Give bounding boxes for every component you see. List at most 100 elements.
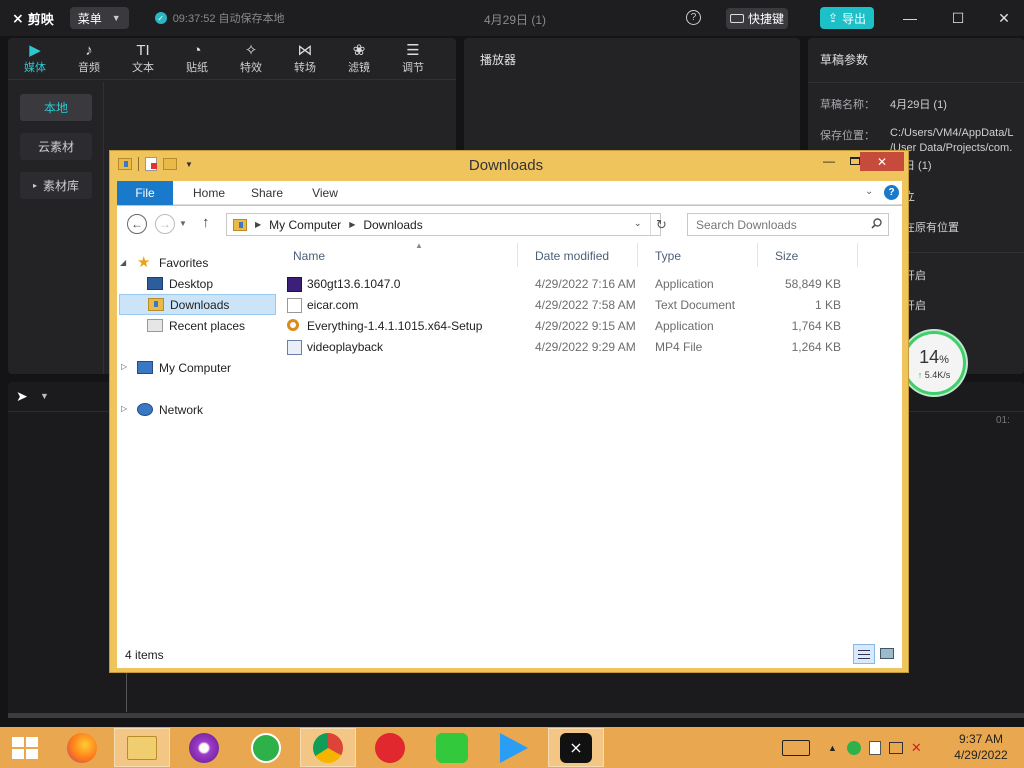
tab-home[interactable]: Home [181,181,237,205]
clock-time: 9:37 AM [958,732,1004,746]
column-header-name[interactable]: Name [293,247,325,265]
tab-effects[interactable]: ✧ 特效 [224,38,278,79]
transitions-icon: ⋈ [297,42,313,59]
minimize-button[interactable]: — [816,151,842,171]
file-size: 1,264 KB [791,340,841,354]
breadcrumb-downloads[interactable]: Downloads [363,218,422,232]
sidebar-item-local[interactable]: 本地 [20,94,92,121]
file-type: Text Document [655,298,736,312]
volume-muted-icon[interactable]: ✕ [911,740,922,756]
action-center-icon[interactable] [868,740,881,755]
touch-keyboard-icon[interactable] [782,739,810,756]
file-row[interactable]: Everything-1.4.1.1015.x64-Setup 4/29/202… [287,316,862,337]
tree-item-favorites[interactable]: ★ Favorites [117,252,274,273]
navigation-pane: ◢ ★ Favorites Desktop Downloads Recent p… [117,241,277,641]
help-icon[interactable]: ? [686,10,701,25]
taskbar-file-explorer[interactable] [114,728,170,767]
tab-media[interactable]: ▶ 媒体 [8,38,62,79]
network-tray-icon[interactable] [888,741,903,754]
search-input[interactable]: Search Downloads [687,213,889,236]
recent-locations-icon[interactable]: ▼ [179,219,187,228]
tab-transitions[interactable]: ⋈ 转场 [278,38,332,79]
playhead[interactable] [126,672,127,712]
network-speed-widget[interactable]: 14% ↑ 5.4K/s [902,331,966,395]
taskbar-netease-music[interactable] [362,728,418,767]
tree-item-recent-places[interactable]: Recent places [117,315,274,336]
project-title: 4月29日 (1) [484,13,547,27]
close-icon[interactable]: ✕ [994,8,1014,28]
column-divider[interactable] [857,243,858,267]
filters-icon: ❀ [352,42,366,59]
taskbar-firefox[interactable] [54,728,110,767]
address-bar[interactable]: ▶ My Computer ▶ Downloads ⌄ ↻ [226,213,667,236]
export-button[interactable]: ⇪ 导出 [820,7,874,29]
chevron-right-icon[interactable]: ▶ [349,220,355,229]
security-icon[interactable] [846,740,861,755]
tree-item-network[interactable]: Network [117,399,274,420]
chevron-right-icon[interactable]: ▶ [255,220,261,229]
explorer-titlebar[interactable]: ▼ Downloads — ✕ [110,151,908,181]
tree-item-my-computer[interactable]: My Computer [117,357,274,378]
address-dropdown-icon[interactable]: ⌄ [634,218,642,229]
tab-adjust[interactable]: ☰ 调节 [386,38,440,79]
sidebar-item-library[interactable]: ▸ 素材库 [20,172,92,199]
close-button[interactable]: ✕ [860,152,904,171]
chevron-down-icon[interactable]: ▼ [40,391,49,401]
file-row[interactable]: eicar.com 4/29/2022 7:58 AM Text Documen… [287,295,862,316]
tab-share[interactable]: Share [239,181,295,205]
file-size: 58,849 KB [784,277,841,291]
details-view-button[interactable] [853,644,875,664]
file-row[interactable]: videoplayback 4/29/2022 9:29 AM MP4 File… [287,337,862,358]
taskbar-app-sync[interactable] [238,728,294,767]
menu-button[interactable]: 菜单 ▼ [69,7,129,29]
speed-percent-value: 14 [919,346,940,367]
column-divider[interactable] [517,243,518,267]
large-icons-view-button[interactable] [877,644,897,664]
help-icon[interactable]: ? [884,185,899,200]
cursor-select-icon[interactable]: ➤ [16,388,28,405]
file-type: Application [655,319,714,333]
taskbar-video-player[interactable] [486,728,542,767]
column-header-date[interactable]: Date modified [535,247,609,265]
maximize-icon[interactable]: ☐ [948,8,968,28]
start-button[interactable] [12,737,38,759]
tab-audio[interactable]: ♪ 音频 [62,38,116,79]
ribbon-tabs: File Home Share View ⌄ ? [117,181,902,205]
tree-item-downloads[interactable]: Downloads [119,294,276,315]
refresh-button[interactable]: ↻ [650,214,672,235]
file-row[interactable]: 360gt13.6.1047.0 4/29/2022 7:16 AM Appli… [287,274,862,295]
up-button[interactable]: ↑ [202,214,210,231]
taskbar-app-vortex[interactable] [176,728,232,767]
column-divider[interactable] [637,243,638,267]
back-button[interactable]: ← [127,214,147,234]
tab-file[interactable]: File [117,181,173,205]
tab-filters[interactable]: ❀ 滤镜 [332,38,386,79]
column-header-type[interactable]: Type [655,247,681,265]
adjust-icon: ☰ [406,42,420,59]
minimize-icon[interactable]: — [900,8,920,28]
downloads-folder-icon [233,218,247,231]
file-explorer-icon [127,735,157,760]
expand-ribbon-icon[interactable]: ⌄ [865,186,873,197]
taskbar-chrome[interactable] [300,728,356,767]
timeline-scrollbar[interactable] [8,713,1024,718]
show-hidden-icons-icon[interactable]: ▲ [828,743,837,753]
taskbar-iqiyi[interactable] [424,728,480,767]
tree-item-desktop[interactable]: Desktop [117,273,274,294]
shortcut-button[interactable]: 快捷键 [726,8,788,29]
tab-view[interactable]: View [297,181,353,205]
file-date: 4/29/2022 7:16 AM [535,277,636,291]
speed-percent-unit: % [939,353,949,366]
taskbar-clock[interactable]: 9:37 AM 4/29/2022 [950,731,1012,763]
tab-text[interactable]: TI 文本 [116,38,170,79]
explorer-body: ◢ ★ Favorites Desktop Downloads Recent p… [117,241,902,641]
sidebar-item-cloud[interactable]: 云素材 [20,133,92,160]
autosave-status: ✓ 09:37:52 自动保存本地 [154,10,285,26]
breadcrumb-my-computer[interactable]: My Computer [269,218,341,232]
column-divider[interactable] [757,243,758,267]
column-header-size[interactable]: Size [775,247,798,265]
taskbar-capcut[interactable]: ⨯ [548,728,604,767]
forward-button[interactable]: → [155,214,175,234]
tree-label: My Computer [159,360,232,375]
tab-sticker[interactable]: ◔ 贴纸 [170,38,224,79]
